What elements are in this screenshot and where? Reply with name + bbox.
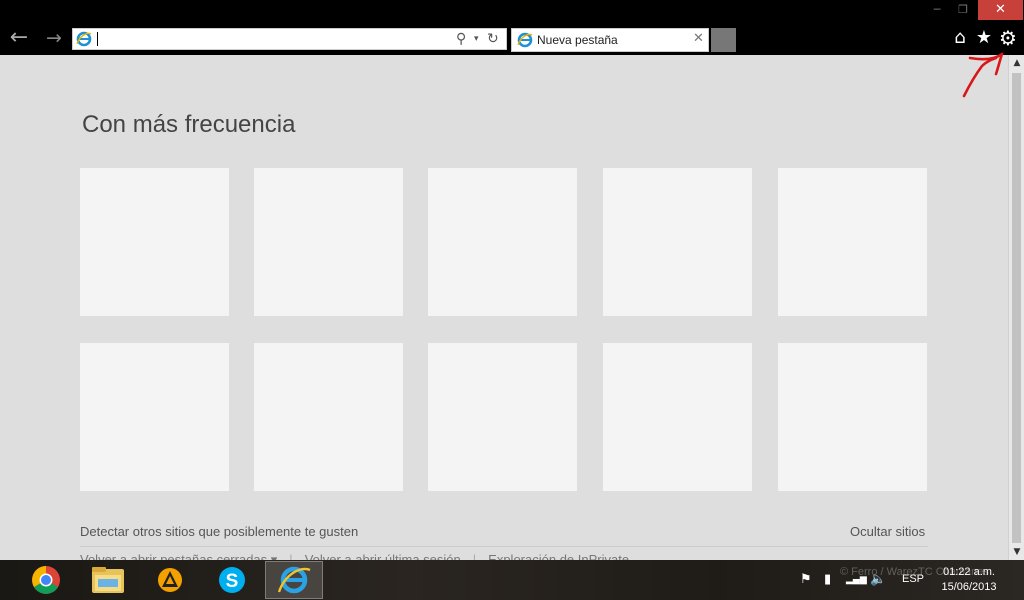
site-tile[interactable]: [428, 343, 577, 491]
address-bar[interactable]: ⚲ ▾ ↻: [72, 28, 507, 50]
vertical-scrollbar[interactable]: ▲ ▼: [1008, 55, 1024, 560]
clock-time: 01:22 a.m.: [943, 566, 995, 578]
back-button[interactable]: ←: [6, 27, 32, 51]
site-tile[interactable]: [603, 343, 752, 491]
internet-explorer-icon: [517, 32, 533, 48]
navigation-bar: ← → ⚲ ▾ ↻ Nueva pestaña ✕ ⌂ ★ ⚙: [0, 22, 1024, 55]
search-icon[interactable]: ⚲: [456, 30, 472, 48]
site-tile[interactable]: [778, 168, 927, 316]
bottom-links: Volver a abrir pestañas cerradas ▾ | Volve…: [80, 552, 629, 560]
flag-icon[interactable]: ⚑: [800, 571, 812, 589]
reopen-last-session-link[interactable]: Volver a abrir última sesión: [305, 552, 461, 560]
taskbar-app-internet-explorer[interactable]: [265, 561, 323, 599]
chevron-down-icon[interactable]: ▾: [474, 30, 484, 48]
reopen-closed-tabs-link[interactable]: Volver a abrir pestañas cerradas ▾: [80, 552, 277, 560]
clock[interactable]: 01:22 a.m. 15/06/2013: [938, 565, 1000, 595]
clock-date: 15/06/2013: [941, 581, 997, 593]
site-tile[interactable]: [80, 168, 229, 316]
separator: |: [472, 552, 477, 560]
internet-explorer-icon: [277, 566, 311, 594]
maximize-button[interactable]: ❐: [950, 0, 976, 20]
skype-icon: S: [219, 567, 245, 593]
taskbar-app-aimp[interactable]: [141, 561, 199, 599]
taskbar: S © Ferro / WarezTC Chamanes ⚑ ▮ ▂▄▆ 🔈 E…: [0, 560, 1024, 600]
text-caret: [97, 32, 98, 46]
site-tile[interactable]: [603, 168, 752, 316]
new-tab-button[interactable]: [711, 28, 736, 52]
aimp-icon: [158, 568, 182, 592]
internet-explorer-icon: [76, 31, 92, 47]
annotation-arrow-icon: [962, 52, 1004, 98]
volume-icon[interactable]: 🔈: [870, 571, 886, 589]
page-title: Con más frecuencia: [82, 111, 296, 138]
browser-window: ─ ❐ ✕ ← → ⚲ ▾ ↻ Nueva pestaña ✕ ⌂ ★ ⚙ Co…: [0, 0, 1024, 600]
divider: [80, 546, 928, 547]
close-window-button[interactable]: ✕: [978, 0, 1023, 20]
signal-icon[interactable]: ▂▄▆: [846, 571, 867, 589]
site-tile[interactable]: [428, 168, 577, 316]
scroll-down-icon[interactable]: ▼: [1009, 544, 1024, 560]
svg-text:S: S: [226, 571, 239, 592]
taskbar-app-explorer[interactable]: [79, 561, 137, 599]
refresh-icon[interactable]: ↻: [487, 30, 503, 48]
tab-new-tab[interactable]: Nueva pestaña ✕: [511, 28, 709, 52]
tab-label: Nueva pestaña: [537, 33, 618, 47]
title-bar: ─ ❐ ✕: [0, 0, 1024, 22]
site-tile[interactable]: [80, 343, 229, 491]
battery-icon[interactable]: ▮: [824, 571, 831, 589]
site-tile[interactable]: [254, 343, 403, 491]
taskbar-app-chrome[interactable]: [17, 561, 75, 599]
separator: |: [289, 552, 293, 560]
taskbar-app-skype[interactable]: S: [203, 561, 261, 599]
scroll-thumb[interactable]: [1012, 73, 1021, 543]
close-icon[interactable]: ✕: [693, 31, 704, 46]
chrome-icon: [32, 566, 60, 594]
forward-button[interactable]: →: [42, 27, 66, 51]
hide-sites-link[interactable]: Ocultar sitios: [850, 524, 925, 539]
site-tile[interactable]: [254, 168, 403, 316]
minimize-button[interactable]: ─: [924, 0, 950, 20]
inprivate-link[interactable]: Exploración de InPrivate: [488, 552, 629, 560]
language-indicator[interactable]: ESP: [902, 573, 924, 585]
detect-sites-link[interactable]: Detectar otros sitios que posiblemente t…: [80, 524, 358, 539]
site-tile[interactable]: [778, 343, 927, 491]
new-tab-page: Con más frecuencia Detectar otros sitios…: [0, 55, 1008, 560]
folder-icon: [92, 567, 124, 593]
